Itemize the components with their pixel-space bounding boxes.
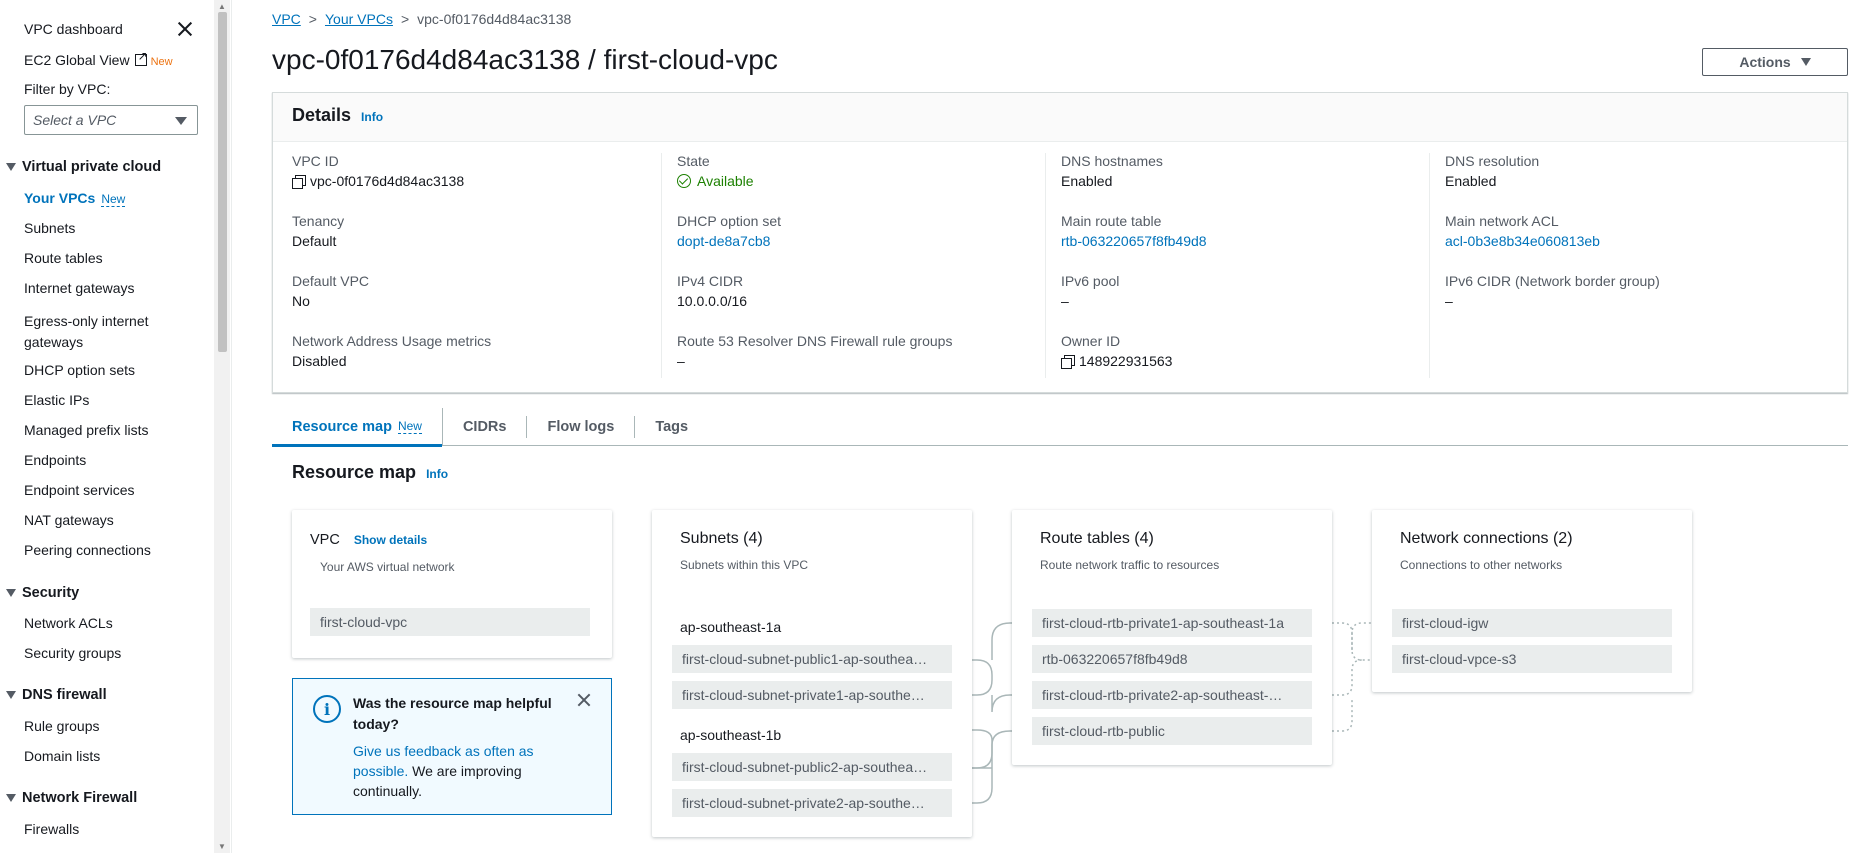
route-tables-card-title: Route tables (4) xyxy=(1040,530,1154,547)
new-badge: New xyxy=(101,192,126,207)
main-content: VPC > Your VPCs > vpc-0f0176d4d84ac3138 … xyxy=(232,0,1849,853)
side-nav-content: VPC dashboard EC2 Global View New Filter … xyxy=(0,0,214,853)
sidebar-item-endpoint-services[interactable]: Endpoint services xyxy=(24,482,135,498)
subnet-item[interactable]: first-cloud-subnet-private2-ap-southe… xyxy=(672,789,952,817)
sidebar-item-nat-gateways[interactable]: NAT gateways xyxy=(24,512,114,528)
feedback-alert: i Was the resource map helpful today? Gi… xyxy=(292,678,612,815)
sidebar-item-endpoints[interactable]: Endpoints xyxy=(24,452,86,468)
sidebar-scrollbar[interactable]: ▲ ▼ xyxy=(214,0,230,853)
subnets-card-subtitle: Subnets within this VPC xyxy=(680,558,809,572)
filter-by-vpc-label: Filter by VPC: xyxy=(24,81,111,97)
route-table-item[interactable]: rtb-063220657f8fb49d8 xyxy=(1032,645,1312,673)
section-dns-firewall[interactable]: DNS firewall xyxy=(6,687,107,703)
sidebar-item-vpc-dashboard[interactable]: VPC dashboard xyxy=(24,21,123,37)
network-connection-item[interactable]: first-cloud-igw xyxy=(1392,609,1672,637)
vpc-filter-select[interactable]: Select a VPC xyxy=(24,105,198,135)
route-table-item[interactable]: first-cloud-rtb-public xyxy=(1032,717,1312,745)
info-icon: i xyxy=(313,695,341,723)
side-navigation: VPC dashboard EC2 Global View New Filter … xyxy=(0,0,232,853)
close-icon[interactable] xyxy=(577,693,591,707)
scrollbar-thumb[interactable] xyxy=(218,12,227,352)
network-connections-card-title: Network connections (2) xyxy=(1400,530,1573,547)
subnets-card-title: Subnets (4) xyxy=(680,530,763,547)
sidebar-item-dhcp-option-sets[interactable]: DHCP option sets xyxy=(24,362,135,378)
section-title: DNS firewall xyxy=(22,687,107,703)
section-security[interactable]: Security xyxy=(6,585,79,601)
availability-zone-label: ap-southeast-1b xyxy=(680,727,782,743)
sidebar-item-peering-connections[interactable]: Peering connections xyxy=(24,542,151,558)
subnet-item[interactable]: first-cloud-subnet-private1-ap-southe… xyxy=(672,681,952,709)
sidebar-item-your-vpcs[interactable]: Your VPCs New xyxy=(24,190,126,207)
section-title: Virtual private cloud xyxy=(22,159,162,175)
sidebar-item-firewalls[interactable]: Firewalls xyxy=(24,821,79,837)
sidebar-item-elastic-ips[interactable]: Elastic IPs xyxy=(24,392,89,408)
caret-down-icon xyxy=(175,117,187,125)
caret-down-icon xyxy=(6,589,16,597)
section-title: Network Firewall xyxy=(22,790,138,806)
network-connections-card: Network connections (2) Connections to o… xyxy=(1372,510,1692,692)
caret-down-icon xyxy=(6,691,16,699)
route-table-item[interactable]: first-cloud-rtb-private2-ap-southeast-… xyxy=(1032,681,1312,709)
sidebar-item-managed-prefix-lists[interactable]: Managed prefix lists xyxy=(24,422,149,438)
availability-zone-label: ap-southeast-1a xyxy=(680,619,782,635)
sidebar-item-egress-only-internet-gateways[interactable]: Egress-only internet gateways xyxy=(24,311,174,353)
close-icon[interactable] xyxy=(176,20,194,38)
route-tables-card-subtitle: Route network traffic to resources xyxy=(1040,558,1220,572)
caret-down-icon xyxy=(6,163,16,171)
vpc-card-title: VPC xyxy=(310,532,340,548)
vpc-card-header: VPC Show details xyxy=(310,532,427,548)
route-tables-card: Route tables (4) Route network traffic t… xyxy=(1012,510,1332,765)
vpc-card: VPC Show details Your AWS virtual networ… xyxy=(292,510,612,658)
sidebar-item-rule-groups[interactable]: Rule groups xyxy=(24,718,100,734)
subnets-card: Subnets (4) Subnets within this VPC ap-s… xyxy=(652,510,972,837)
caret-down-icon xyxy=(6,794,16,802)
vpc-item[interactable]: first-cloud-vpc xyxy=(310,608,590,636)
sidebar-item-internet-gateways[interactable]: Internet gateways xyxy=(24,280,135,296)
sidebar-item-label: EC2 Global View xyxy=(24,52,130,68)
section-virtual-private-cloud[interactable]: Virtual private cloud xyxy=(6,159,161,175)
section-network-firewall[interactable]: Network Firewall xyxy=(6,790,137,806)
sidebar-item-label: Your VPCs xyxy=(24,190,96,206)
subnet-item[interactable]: first-cloud-subnet-public2-ap-southea… xyxy=(672,753,952,781)
sidebar-item-ec2-global-view[interactable]: EC2 Global View New xyxy=(24,49,173,68)
network-connection-item[interactable]: first-cloud-vpce-s3 xyxy=(1392,645,1672,673)
sidebar-item-security-groups[interactable]: Security groups xyxy=(24,645,121,661)
vpc-card-subtitle: Your AWS virtual network xyxy=(320,560,455,574)
feedback-title: Was the resource map helpful today? xyxy=(353,695,552,732)
sidebar-item-domain-lists[interactable]: Domain lists xyxy=(24,748,100,764)
subnet-item[interactable]: first-cloud-subnet-public1-ap-southea… xyxy=(672,645,952,673)
sidebar-item-route-tables[interactable]: Route tables xyxy=(24,250,103,266)
show-details-link[interactable]: Show details xyxy=(354,533,427,547)
sidebar-item-subnets[interactable]: Subnets xyxy=(24,220,75,236)
section-title: Security xyxy=(22,585,80,601)
route-table-item[interactable]: first-cloud-rtb-private1-ap-southeast-1a xyxy=(1032,609,1312,637)
new-badge: New xyxy=(150,56,173,68)
feedback-body: Give us feedback as often as possible. W… xyxy=(353,741,563,801)
network-connections-card-subtitle: Connections to other networks xyxy=(1400,558,1563,572)
vpc-filter-placeholder: Select a VPC xyxy=(33,112,117,128)
external-link-icon xyxy=(134,49,148,66)
scroll-up-icon[interactable]: ▲ xyxy=(218,2,226,11)
scroll-down-icon[interactable]: ▼ xyxy=(218,842,226,851)
sidebar-item-network-acls[interactable]: Network ACLs xyxy=(24,615,113,631)
